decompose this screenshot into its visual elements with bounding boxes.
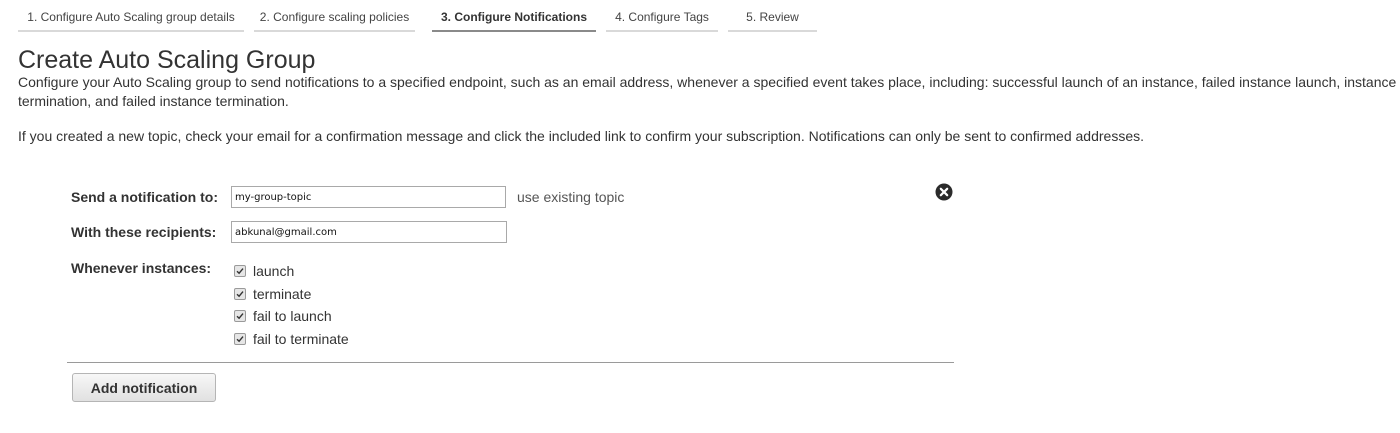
tab-configure-tags[interactable]: 4. Configure Tags [606, 4, 718, 32]
recipients-input[interactable] [231, 221, 507, 243]
tab-configure-notifications[interactable]: 3. Configure Notifications [432, 4, 596, 32]
whenever-label: Whenever instances: [71, 260, 212, 276]
event-launch[interactable]: launch [234, 262, 294, 280]
confirmation-note: If you created a new topic, check your e… [18, 128, 1144, 144]
tab-review[interactable]: 5. Review [728, 4, 817, 32]
tab-configure-group-details[interactable]: 1. Configure Auto Scaling group details [18, 4, 244, 32]
event-terminate[interactable]: terminate [234, 285, 311, 303]
checkbox-launch[interactable] [234, 265, 246, 277]
event-fail-to-launch[interactable]: fail to launch [234, 307, 332, 325]
section-divider [67, 362, 954, 363]
event-label: fail to terminate [253, 331, 349, 347]
page: 1. Configure Auto Scaling group details … [0, 0, 1400, 433]
checkbox-terminate[interactable] [234, 288, 246, 300]
close-circle-icon[interactable] [935, 183, 953, 201]
checkbox-fail-to-terminate[interactable] [234, 333, 246, 345]
use-existing-topic-link[interactable]: use existing topic [517, 189, 624, 205]
send-to-label: Send a notification to: [71, 189, 218, 205]
tab-configure-scaling-policies[interactable]: 2. Configure scaling policies [254, 4, 415, 32]
event-label: terminate [253, 286, 312, 302]
add-notification-button[interactable]: Add notification [72, 373, 216, 402]
topic-input[interactable] [231, 186, 506, 208]
page-description: Configure your Auto Scaling group to sen… [18, 74, 1397, 109]
recipients-label: With these recipients: [71, 224, 217, 240]
event-fail-to-terminate[interactable]: fail to terminate [234, 330, 349, 348]
page-title: Create Auto Scaling Group [18, 46, 316, 74]
event-label: fail to launch [253, 308, 332, 324]
checkbox-fail-to-launch[interactable] [234, 310, 246, 322]
event-label: launch [253, 263, 295, 279]
